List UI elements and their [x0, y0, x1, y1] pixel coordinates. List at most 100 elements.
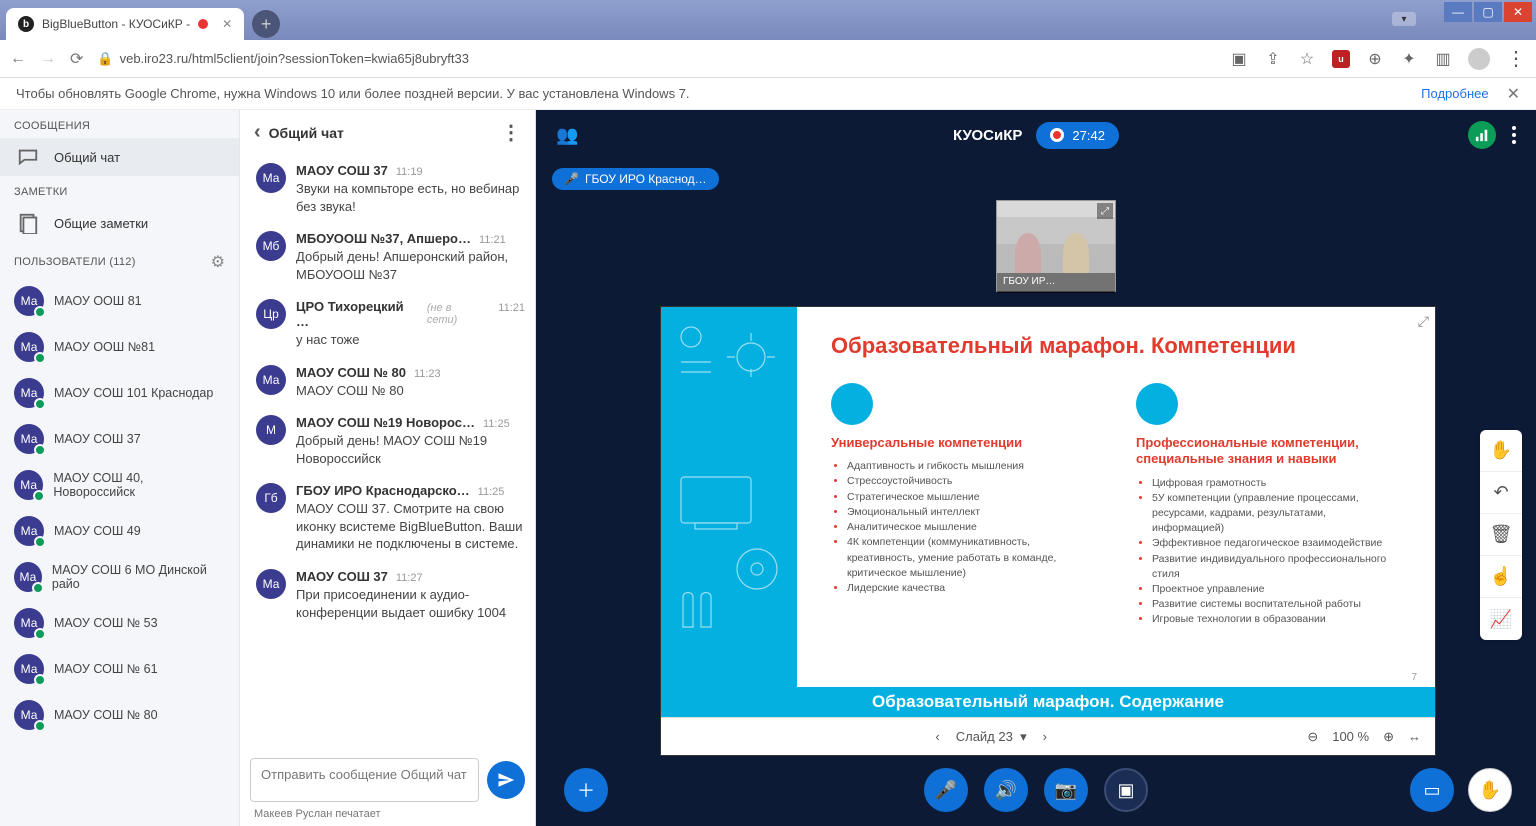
nav-reload-icon[interactable]: ⟳ — [70, 49, 83, 69]
shared-notes-label: Общие заметки — [54, 216, 148, 231]
send-icon — [497, 771, 515, 789]
presentation-slide: ⤢ Образовательный марафон. Компетенции — [660, 306, 1436, 756]
window-maximize-button[interactable]: ▢ — [1474, 2, 1502, 22]
window-minimize-button[interactable]: — — [1444, 2, 1472, 22]
user-row[interactable]: МаМАОУ ООШ №81 — [0, 324, 239, 370]
public-chat-row[interactable]: Общий чат — [0, 138, 239, 176]
nav-back-icon[interactable]: ← — [10, 50, 26, 68]
audio-status-icon — [34, 398, 46, 410]
slide-bullet: Развитие системы воспитательной работы — [1152, 597, 1401, 612]
user-name: МАОУ СОШ 49 — [54, 524, 141, 538]
chat-input[interactable]: Отправить сообщение Общий чат — [250, 758, 479, 802]
url-field[interactable]: 🔒 veb.iro23.ru/html5client/join?sessionT… — [97, 51, 1216, 67]
chat-messages[interactable]: Ма МАОУ СОШ 3711:19 Звуки на компьторе е… — [240, 155, 535, 750]
chat-message: Цр ЦРО Тихорецкий …(не в сети)11:21 у на… — [252, 291, 529, 357]
bookmark-star-icon[interactable]: ☆ — [1298, 50, 1316, 68]
raise-hand-button[interactable]: ✋ — [1468, 768, 1512, 812]
sidepanel-icon[interactable]: ▥ — [1434, 50, 1452, 68]
user-name: МАОУ СОШ 101 Краснодар — [54, 386, 213, 400]
slide-bullet: Адаптивность и гибкость мышления — [847, 459, 1096, 474]
user-row[interactable]: МаМАОУ СОШ 37 — [0, 416, 239, 462]
new-tab-button[interactable]: + — [252, 10, 280, 38]
recording-time: 27:42 — [1072, 128, 1105, 143]
message-time: 11:25 — [483, 418, 510, 430]
audio-button[interactable]: 🔊 — [984, 768, 1028, 812]
user-row[interactable]: МаМАОУ СОШ 6 МО Динской райо — [0, 554, 239, 600]
slide-next-icon[interactable]: › — [1043, 729, 1047, 744]
zoom-out-icon[interactable]: ⊖ — [1307, 729, 1318, 745]
chrome-menu-icon[interactable]: ⋮ — [1506, 46, 1526, 71]
chat-back-icon[interactable]: ‹ — [254, 121, 261, 144]
zoom-in-icon[interactable]: ⊕ — [1383, 729, 1394, 745]
send-button[interactable] — [487, 761, 525, 799]
message-time: 11:23 — [414, 368, 441, 380]
message-author: МАОУ СОШ 37 — [296, 569, 388, 584]
audio-status-icon — [34, 720, 46, 732]
fit-width-icon[interactable]: ↔ — [1408, 729, 1421, 744]
extensions-icon[interactable]: ✦ — [1400, 50, 1418, 68]
window-close-button[interactable]: ✕ — [1504, 2, 1532, 22]
recording-pill[interactable]: 27:42 — [1036, 122, 1119, 149]
actions-plus-button[interactable]: ＋ — [564, 768, 608, 812]
message-avatar: Гб — [256, 483, 286, 513]
slide-page-number: 7 — [1411, 672, 1417, 683]
info-bar-link[interactable]: Подробнее — [1421, 86, 1488, 101]
chrome-chevron-down-icon[interactable]: ▾ — [1392, 12, 1416, 26]
message-text: МАОУ СОШ № 80 — [296, 382, 525, 400]
shared-notes-row[interactable]: Общие заметки — [0, 204, 239, 242]
ublock-icon[interactable]: u — [1332, 50, 1350, 68]
webcam-thumbnail[interactable]: ⤢ ГБОУ ИР… — [996, 200, 1116, 292]
chat-panel: ‹ Общий чат ⋮ Ма МАОУ СОШ 3711:19 Звуки … — [240, 110, 536, 826]
info-bar-close-icon[interactable]: ✕ — [1507, 84, 1520, 104]
stage-menu-icon[interactable] — [1512, 126, 1516, 144]
slide-nav-bar: ‹ Слайд 23 ▾ › ⊖ 100 % ⊕ ↔ — [661, 717, 1435, 755]
chrome-info-bar: Чтобы обновлять Google Chrome, нужна Win… — [0, 78, 1536, 110]
chrome-tab-strip: b BigBlueButton - КУОСиКР - ✕ + ▾ — ▢ ✕ — [0, 0, 1536, 40]
window-controls: — ▢ ✕ — [1444, 2, 1532, 22]
slide-col2-title: Профессиональные компетенции, специальны… — [1136, 435, 1401, 468]
slide-bullet: Проектное управление — [1152, 582, 1401, 597]
audio-status-icon — [34, 444, 46, 456]
slide-bullet: Развитие индивидуального профессионально… — [1152, 552, 1401, 582]
tool-trash-icon[interactable]: 🗑 — [1480, 514, 1522, 556]
whiteboard-toolbar: ✋ ↶ 🗑 ☝ 📈 — [1480, 430, 1522, 640]
user-row[interactable]: МаМАОУ ООШ 81 — [0, 278, 239, 324]
user-row[interactable]: МаМАОУ СОШ 49 — [0, 508, 239, 554]
users-toggle-icon[interactable]: 👥 — [556, 125, 578, 146]
user-row[interactable]: МаМАОУ СОШ № 61 — [0, 646, 239, 692]
profile-icon[interactable] — [1468, 48, 1490, 70]
browser-tab[interactable]: b BigBlueButton - КУОСиКР - ✕ — [6, 8, 244, 40]
tool-hand-icon[interactable]: ✋ — [1480, 430, 1522, 472]
mic-on-icon: 🎤 — [564, 172, 579, 186]
slide-bullet: 5У компетенции (управление процессами, р… — [1152, 491, 1401, 537]
chat-menu-icon[interactable]: ⋮ — [501, 120, 521, 145]
globe-icon[interactable]: ⊕ — [1366, 50, 1384, 68]
user-row[interactable]: МаМАОУ СОШ № 80 — [0, 692, 239, 738]
share-icon[interactable]: ⇪ — [1264, 50, 1282, 68]
user-row[interactable]: МаМАОУ СОШ 40, Новороссийск — [0, 462, 239, 508]
users-settings-icon[interactable]: ⚙ — [211, 252, 225, 272]
active-speaker-name: ГБОУ ИРО Краснод… — [585, 172, 707, 186]
mute-mic-button[interactable]: 🎤 — [924, 768, 968, 812]
message-author: МБОУООШ №37, Апшеро… — [296, 231, 471, 246]
connection-status-icon[interactable] — [1468, 121, 1496, 149]
screenshare-button[interactable]: ▣ — [1104, 768, 1148, 812]
webcam-expand-icon[interactable]: ⤢ — [1097, 203, 1113, 219]
user-name: МАОУ СОШ 6 МО Динской райо — [52, 563, 225, 591]
message-avatar: Ма — [256, 163, 286, 193]
tab-close-icon[interactable]: ✕ — [222, 17, 232, 31]
tool-undo-icon[interactable]: ↶ — [1480, 472, 1522, 514]
zoom-level: 100 % — [1332, 729, 1369, 744]
user-row[interactable]: МаМАОУ СОШ № 53 — [0, 600, 239, 646]
slide-indicator[interactable]: Слайд 23 ▾ — [956, 729, 1027, 745]
tool-multiuser-icon[interactable]: ☝ — [1480, 556, 1522, 598]
minimize-presentation-button[interactable]: ▭ — [1410, 768, 1454, 812]
camera-icon[interactable]: ▣ — [1230, 50, 1248, 68]
slide-bullet: 4К компетенции (коммуникативность, креат… — [847, 535, 1096, 581]
message-avatar: Цр — [256, 299, 286, 329]
webcam-button[interactable]: 📷 — [1044, 768, 1088, 812]
tool-chart-icon[interactable]: 📈 — [1480, 598, 1522, 640]
audio-status-icon — [34, 674, 46, 686]
user-row[interactable]: МаМАОУ СОШ 101 Краснодар — [0, 370, 239, 416]
slide-prev-icon[interactable]: ‹ — [935, 729, 939, 744]
